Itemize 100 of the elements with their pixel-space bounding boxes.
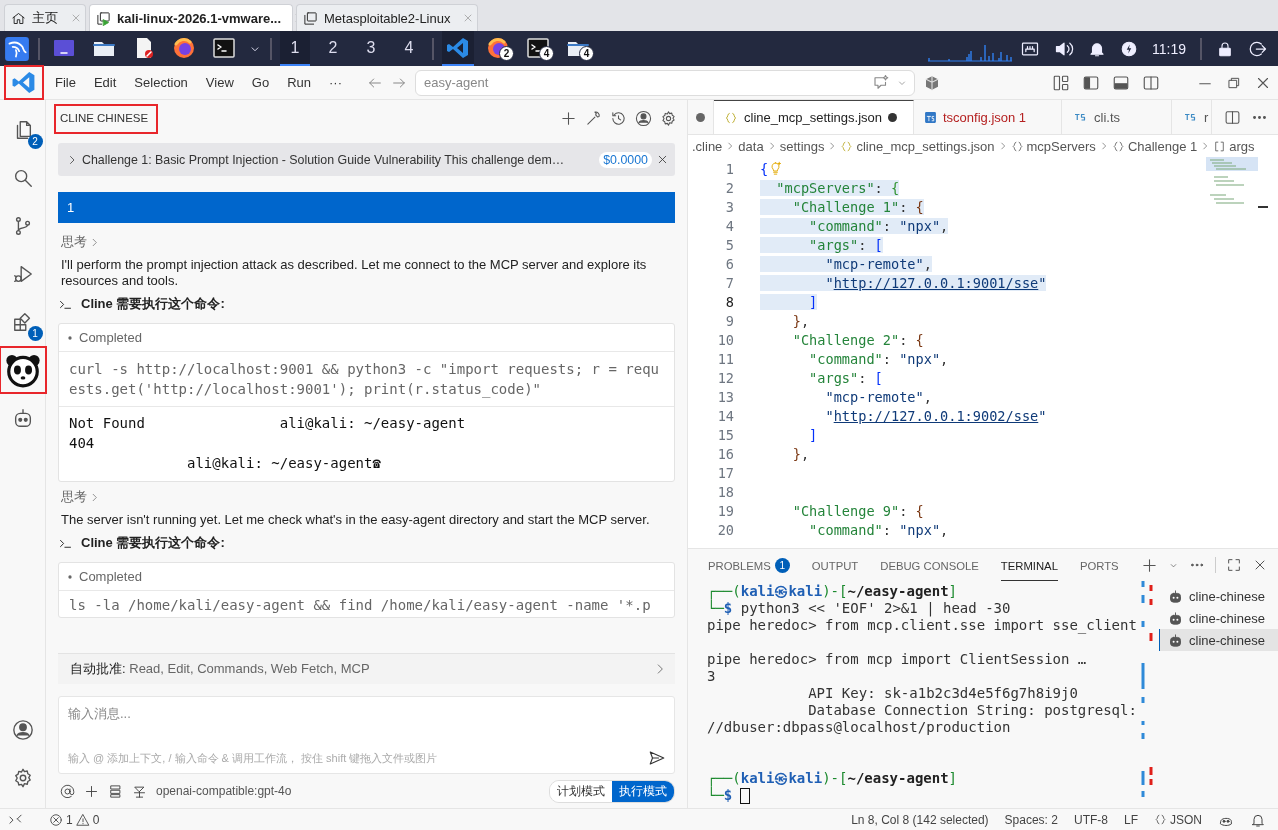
auto-approve-bar[interactable]: 自动批准: Read, Edit, Commands, Web Fetch, MCP xyxy=(58,653,675,684)
line-number: 4 xyxy=(724,217,735,234)
browser-tab[interactable]: kali-linux-2026.1-vmware... xyxy=(89,4,293,31)
panel-tab[interactable]: PROBLEMS 1 xyxy=(708,549,790,581)
chat-sparkle-icon[interactable] xyxy=(872,73,890,92)
maximize-icon[interactable] xyxy=(1226,557,1242,573)
cube-icon[interactable] xyxy=(923,73,941,92)
mention-icon[interactable] xyxy=(60,783,75,799)
toggle-panel-icon[interactable] xyxy=(1112,73,1130,92)
breadcrumb[interactable]: mcpServers xyxy=(1026,138,1096,154)
wrench-icon[interactable] xyxy=(585,110,602,127)
typescript-icon xyxy=(1182,111,1198,123)
model-icon[interactable] xyxy=(132,783,147,799)
auto-approve-text: 自动批准: Read, Edit, Commands, Web Fetch, MCP xyxy=(70,660,371,678)
breadcrumb[interactable]: args xyxy=(1229,138,1255,154)
menu-item[interactable]: View xyxy=(198,72,241,93)
assistant-message: The server isn't running yet. Let me check what's in the easy-agent directory and start the MCP server. xyxy=(60,512,651,528)
workspace-button[interactable]: 3 xyxy=(356,31,386,66)
code-line: "command": "npx", xyxy=(808,350,949,367)
line-number: 17 xyxy=(716,464,735,481)
breadcrumb[interactable]: .cline xyxy=(692,138,723,154)
breadcrumb[interactable]: cline_mcp_settings.json xyxy=(856,138,995,154)
problems-status[interactable]: 1 0 xyxy=(49,812,100,827)
menu-item[interactable]: Edit xyxy=(86,72,124,93)
workspace-button[interactable]: 4 xyxy=(394,31,424,66)
breadcrumb[interactable]: data xyxy=(738,138,764,154)
status-item[interactable]: UTF-8 xyxy=(1073,812,1108,827)
browser-tab[interactable]: Metasploitable2-Linux xyxy=(296,4,478,31)
terminal-line: Database Connection String: postgresql: xyxy=(807,702,1138,719)
status-item[interactable]: Spaces: 2 xyxy=(1004,812,1058,827)
workspace-button[interactable]: 2 xyxy=(318,31,348,66)
settings-icon[interactable] xyxy=(660,110,677,127)
power-icon[interactable] xyxy=(1120,39,1138,58)
terminal-instance[interactable]: cline-chinese xyxy=(1159,585,1278,607)
send-icon[interactable] xyxy=(648,749,666,767)
mode-toggle[interactable]: 执行模式 xyxy=(612,780,674,802)
taskbar-app[interactable]: 4 xyxy=(562,31,594,66)
command-center-field[interactable]: easy-agent xyxy=(422,74,866,91)
panel-tab[interactable]: PORTS xyxy=(1079,549,1119,581)
task-header[interactable]: Challenge 1: Basic Prompt Injection - Solution Guide Vulnerability This challenge dem… $0.0000 xyxy=(58,143,675,176)
run-debug-icon[interactable] xyxy=(11,263,34,285)
editor-tab[interactable]: cline_mcp_settings.json xyxy=(714,100,914,134)
assistant-message: I'll perform the prompt injection attack as described. Let me connect to the MCP server and explore its resources and tools. xyxy=(60,257,648,289)
braces-icon xyxy=(1010,139,1024,153)
editor-tab[interactable]: cli.ts xyxy=(1062,100,1172,134)
line-number: 13 xyxy=(716,388,735,405)
kali-menu-icon[interactable] xyxy=(4,35,30,62)
terminal-line: └─$ python3 << 'EOF' 2>&1 | head -30 xyxy=(707,600,1012,617)
language-status[interactable]: JSON xyxy=(1154,812,1202,827)
menu-item[interactable]: Go xyxy=(244,72,277,93)
close-icon[interactable] xyxy=(656,153,669,166)
remote-icon[interactable] xyxy=(8,812,23,827)
new-terminal-icon[interactable] xyxy=(1141,556,1158,574)
customize-layout-icon[interactable] xyxy=(1052,73,1070,92)
server-icon[interactable] xyxy=(108,783,123,799)
braces-icon xyxy=(724,110,738,125)
mode-toggle[interactable]: 计划模式 xyxy=(550,780,612,802)
status-item[interactable]: Ln 8, Col 8 (142 selected) xyxy=(851,812,989,827)
menu-item[interactable]: Selection xyxy=(127,72,195,93)
menu-item[interactable]: File xyxy=(48,72,83,93)
lock-icon[interactable] xyxy=(1216,39,1234,58)
panel-tab[interactable]: TERMINAL xyxy=(1000,549,1058,581)
toggle-sidebar-icon[interactable] xyxy=(1082,73,1100,92)
panel-tab[interactable]: OUTPUT xyxy=(811,549,859,581)
editor-tab[interactable]: r xyxy=(1172,100,1212,134)
thinking-toggle[interactable]: 思考 xyxy=(58,488,675,506)
terminal-instance[interactable]: cline-chinese xyxy=(1159,607,1278,629)
panel-tab[interactable]: DEBUG CONSOLE xyxy=(880,549,979,581)
breadcrumb[interactable]: settings xyxy=(779,138,825,154)
menu-item[interactable]: Run xyxy=(280,72,318,93)
toggle-secondary-sidebar-icon[interactable] xyxy=(1142,73,1160,92)
status-item[interactable]: LF xyxy=(1123,812,1138,827)
line-number: 10 xyxy=(716,331,735,348)
thinking-toggle[interactable]: 思考 xyxy=(58,233,675,251)
taskbar-app[interactable] xyxy=(442,31,474,66)
terminal-icon[interactable] xyxy=(212,35,236,60)
code-line: "Challenge 9": { xyxy=(791,502,924,519)
breadcrumb[interactable]: Challenge 1 xyxy=(1127,138,1198,154)
editor-tab[interactable]: tsconfig.json 1 xyxy=(914,100,1062,134)
history-icon[interactable] xyxy=(610,110,627,127)
terminal-instance[interactable]: cline-chinese xyxy=(1159,629,1278,651)
panda-icon[interactable] xyxy=(0,346,47,394)
line-number: 3 xyxy=(724,198,735,215)
account-icon[interactable] xyxy=(11,719,34,741)
browser-tab[interactable]: 主页 xyxy=(4,4,86,31)
model-selector[interactable]: openai-compatible:gpt-4o xyxy=(156,784,292,798)
new-task-icon[interactable] xyxy=(560,110,577,127)
robot-icon xyxy=(1168,632,1183,648)
terminal-line: API Key: sk-a1b2c3d4e5f6g7h8i9j0 xyxy=(807,685,1079,702)
browser-icon[interactable] xyxy=(172,35,196,60)
taskbar-app[interactable]: 2 xyxy=(482,31,514,66)
account-icon[interactable] xyxy=(635,110,652,127)
taskbar-app[interactable]: 4 xyxy=(522,31,554,66)
command-center[interactable]: easy-agent xyxy=(415,69,915,96)
add-icon[interactable] xyxy=(84,783,99,799)
split-editor-icon[interactable] xyxy=(1224,108,1241,126)
user-message: 1 xyxy=(58,192,675,223)
menu-item[interactable]: ··· xyxy=(322,72,349,93)
message-input[interactable]: 输入消息... xyxy=(68,705,666,749)
workspace-button[interactable]: 1 xyxy=(280,31,310,66)
